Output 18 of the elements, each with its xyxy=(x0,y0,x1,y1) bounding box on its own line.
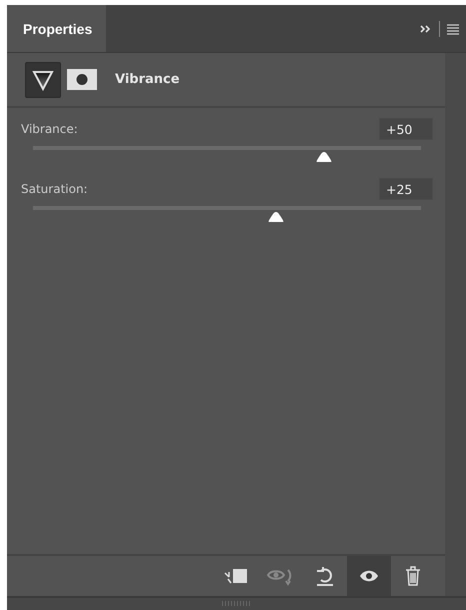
collapse-icon[interactable] xyxy=(419,22,433,34)
visibility-button[interactable] xyxy=(347,556,391,596)
reset-icon xyxy=(314,565,336,587)
slider-thumb[interactable] xyxy=(315,151,333,163)
value-field[interactable]: +50 xyxy=(379,118,433,140)
panel-tab[interactable]: Properties xyxy=(7,5,106,52)
slider-thumb[interactable] xyxy=(266,211,284,223)
eye-icon xyxy=(359,569,379,583)
slider-label: Vibrance: xyxy=(21,122,78,136)
scrollbar-track[interactable] xyxy=(445,53,466,596)
value-field[interactable]: +25 xyxy=(379,178,433,200)
mask-icon xyxy=(67,69,97,90)
clip-icon xyxy=(224,567,250,585)
menu-icon[interactable] xyxy=(446,22,460,34)
adjustment-title: Vibrance xyxy=(115,72,180,87)
slider-label: Saturation: xyxy=(21,182,88,196)
trash-icon xyxy=(405,566,421,586)
adjustment-layer-icon xyxy=(25,62,61,98)
